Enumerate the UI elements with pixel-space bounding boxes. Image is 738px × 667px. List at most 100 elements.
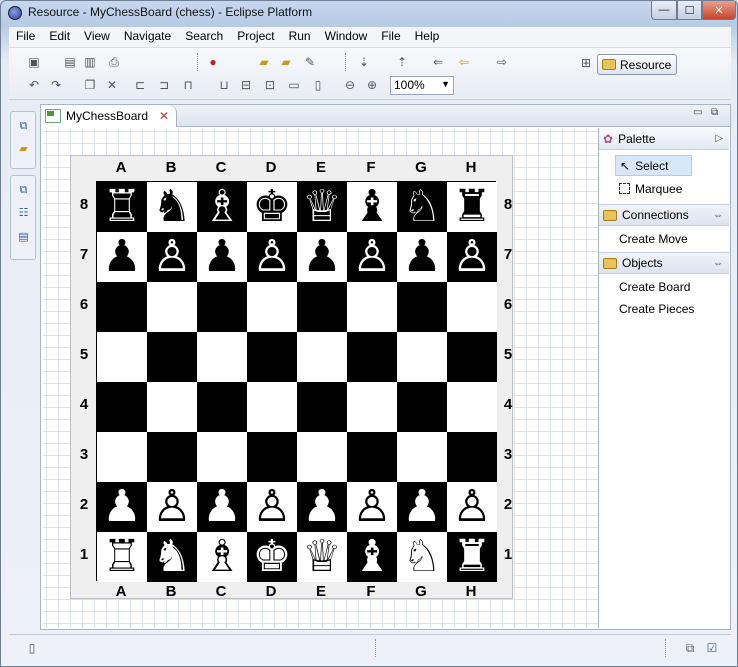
copy-icon[interactable]: ❐ (81, 76, 99, 94)
board-square[interactable] (247, 432, 297, 482)
prev-annotation-icon[interactable]: ⇡ (393, 53, 411, 71)
chess-piece[interactable]: ♞ (147, 532, 197, 582)
board-square[interactable] (147, 282, 197, 332)
board-square[interactable]: ♟ (297, 232, 347, 282)
save-icon[interactable]: ▤ (61, 53, 79, 71)
chess-piece[interactable]: ♟ (197, 482, 247, 532)
chess-piece[interactable]: ♕ (297, 182, 347, 232)
board-square[interactable]: ♙ (247, 232, 297, 282)
align-bottom-icon[interactable]: ⊡ (261, 76, 279, 94)
board-square[interactable] (247, 332, 297, 382)
board-square[interactable] (447, 382, 497, 432)
board-square[interactable] (147, 332, 197, 382)
zoom-combo[interactable]: 100% ▼ (390, 76, 454, 95)
board-square[interactable]: ♕ (297, 532, 347, 582)
board-square[interactable]: ♙ (247, 482, 297, 532)
menu-project[interactable]: Project (230, 27, 281, 47)
chess-board[interactable]: ♖ ♞ ♗ ♚ ♕ ♝ ♘ ♜ ♟ ♙ ♟ ♙ ♟ ♙ ♟ ♙ ♟ ♙ ♟ ♙ ♟ ♙ ♟ ♙ ♖ ♞ ♗ ♚ ♕ ♝ ♘ ♜ (96, 181, 497, 582)
chess-piece[interactable]: ♗ (197, 182, 247, 232)
board-square[interactable]: ♖ (97, 182, 147, 232)
restore-icon[interactable]: ⧉ (681, 639, 699, 657)
board-square[interactable] (447, 282, 497, 332)
board-square[interactable] (447, 432, 497, 482)
board-square[interactable] (447, 332, 497, 382)
align-top-icon[interactable]: ⊔ (215, 76, 233, 94)
board-square[interactable]: ♙ (147, 232, 197, 282)
board-square[interactable]: ♙ (447, 232, 497, 282)
chess-piece[interactable]: ♝ (347, 532, 397, 582)
chess-piece[interactable]: ♖ (97, 182, 147, 232)
board-square[interactable]: ♟ (197, 232, 247, 282)
board-square[interactable]: ♞ (147, 182, 197, 232)
minimize-icon[interactable]: ▭ (693, 107, 702, 118)
align-right-icon[interactable]: ⊓ (179, 76, 197, 94)
fast-view-icon[interactable]: ▯ (23, 639, 41, 657)
save-all-icon[interactable]: ▥ (81, 53, 99, 71)
board-square[interactable]: ♟ (197, 482, 247, 532)
tool-create-move[interactable]: Create Move (619, 228, 688, 249)
tool-select[interactable]: ↖ Select (615, 155, 692, 176)
chess-piece[interactable]: ♙ (147, 232, 197, 282)
board-square[interactable]: ♙ (447, 482, 497, 532)
board-square[interactable] (197, 432, 247, 482)
menu-search[interactable]: Search (178, 27, 230, 47)
open-perspective-icon[interactable]: ⊞ (577, 54, 595, 72)
menu-edit[interactable]: Edit (42, 27, 77, 47)
maximize-button[interactable]: ☐ (677, 1, 702, 20)
menu-window[interactable]: Window (318, 27, 375, 47)
board-square[interactable]: ♘ (397, 182, 447, 232)
board-square[interactable] (197, 382, 247, 432)
chess-piece[interactable]: ♗ (197, 532, 247, 582)
board-square[interactable] (347, 332, 397, 382)
run-icon[interactable]: ● (204, 53, 222, 71)
board-square[interactable] (397, 282, 447, 332)
chess-piece[interactable]: ♘ (397, 532, 447, 582)
align-left-icon[interactable]: ⊏ (131, 76, 149, 94)
board-square[interactable]: ♜ (447, 532, 497, 582)
menu-navigate[interactable]: Navigate (117, 27, 178, 47)
forward-icon[interactable]: ⇨ (493, 53, 511, 71)
chess-piece[interactable]: ♟ (397, 232, 447, 282)
tool-marquee[interactable]: Marquee (619, 178, 682, 199)
new-icon[interactable]: ▣ (25, 53, 43, 71)
board-square[interactable] (347, 282, 397, 332)
board-square[interactable] (297, 332, 347, 382)
restore-icon[interactable]: ⧉ (17, 120, 30, 133)
board-square[interactable] (97, 382, 147, 432)
chess-piece[interactable]: ♙ (247, 482, 297, 532)
drawer-connections[interactable]: Connections ⇔ (599, 204, 729, 226)
board-square[interactable]: ♗ (197, 182, 247, 232)
task-list-icon[interactable]: ☑ (703, 639, 721, 657)
open-folder-icon[interactable]: ▰ (277, 53, 295, 71)
restore-icon[interactable]: ⧉ (17, 184, 30, 197)
board-square[interactable]: ♙ (147, 482, 197, 532)
board-square[interactable] (397, 432, 447, 482)
menu-file[interactable]: File (9, 27, 42, 47)
menu-help[interactable]: Help (408, 27, 447, 47)
zoom-out-icon[interactable]: ⊖ (341, 76, 359, 94)
chess-piece[interactable]: ♙ (447, 482, 497, 532)
board-square[interactable] (97, 432, 147, 482)
match-height-icon[interactable]: ▯ (309, 76, 327, 94)
chess-piece[interactable]: ♝ (347, 182, 397, 232)
pin-icon[interactable]: ⇔ (713, 258, 723, 269)
pin-icon[interactable]: ⇔ (713, 210, 723, 221)
last-edit-icon[interactable]: ⇐ (429, 53, 447, 71)
menu-file-2[interactable]: File (374, 27, 407, 47)
board-square[interactable] (297, 382, 347, 432)
match-width-icon[interactable]: ▭ (285, 76, 303, 94)
chess-piece[interactable]: ♘ (397, 182, 447, 232)
board-square[interactable] (247, 282, 297, 332)
chess-piece[interactable]: ♚ (247, 532, 297, 582)
chess-piece[interactable]: ♖ (97, 532, 147, 582)
chess-piece[interactable]: ♟ (297, 482, 347, 532)
board-square[interactable] (347, 382, 397, 432)
palette-header[interactable]: ✿ Palette ▷ (599, 128, 729, 150)
zoom-in-icon[interactable]: ⊕ (363, 76, 381, 94)
close-icon[interactable]: ✕ (159, 109, 169, 123)
board-square[interactable]: ♝ (347, 532, 397, 582)
board-square[interactable] (297, 282, 347, 332)
print-icon[interactable]: ⎙ (105, 53, 123, 71)
chess-piece[interactable]: ♟ (397, 482, 447, 532)
board-square[interactable]: ♖ (97, 532, 147, 582)
